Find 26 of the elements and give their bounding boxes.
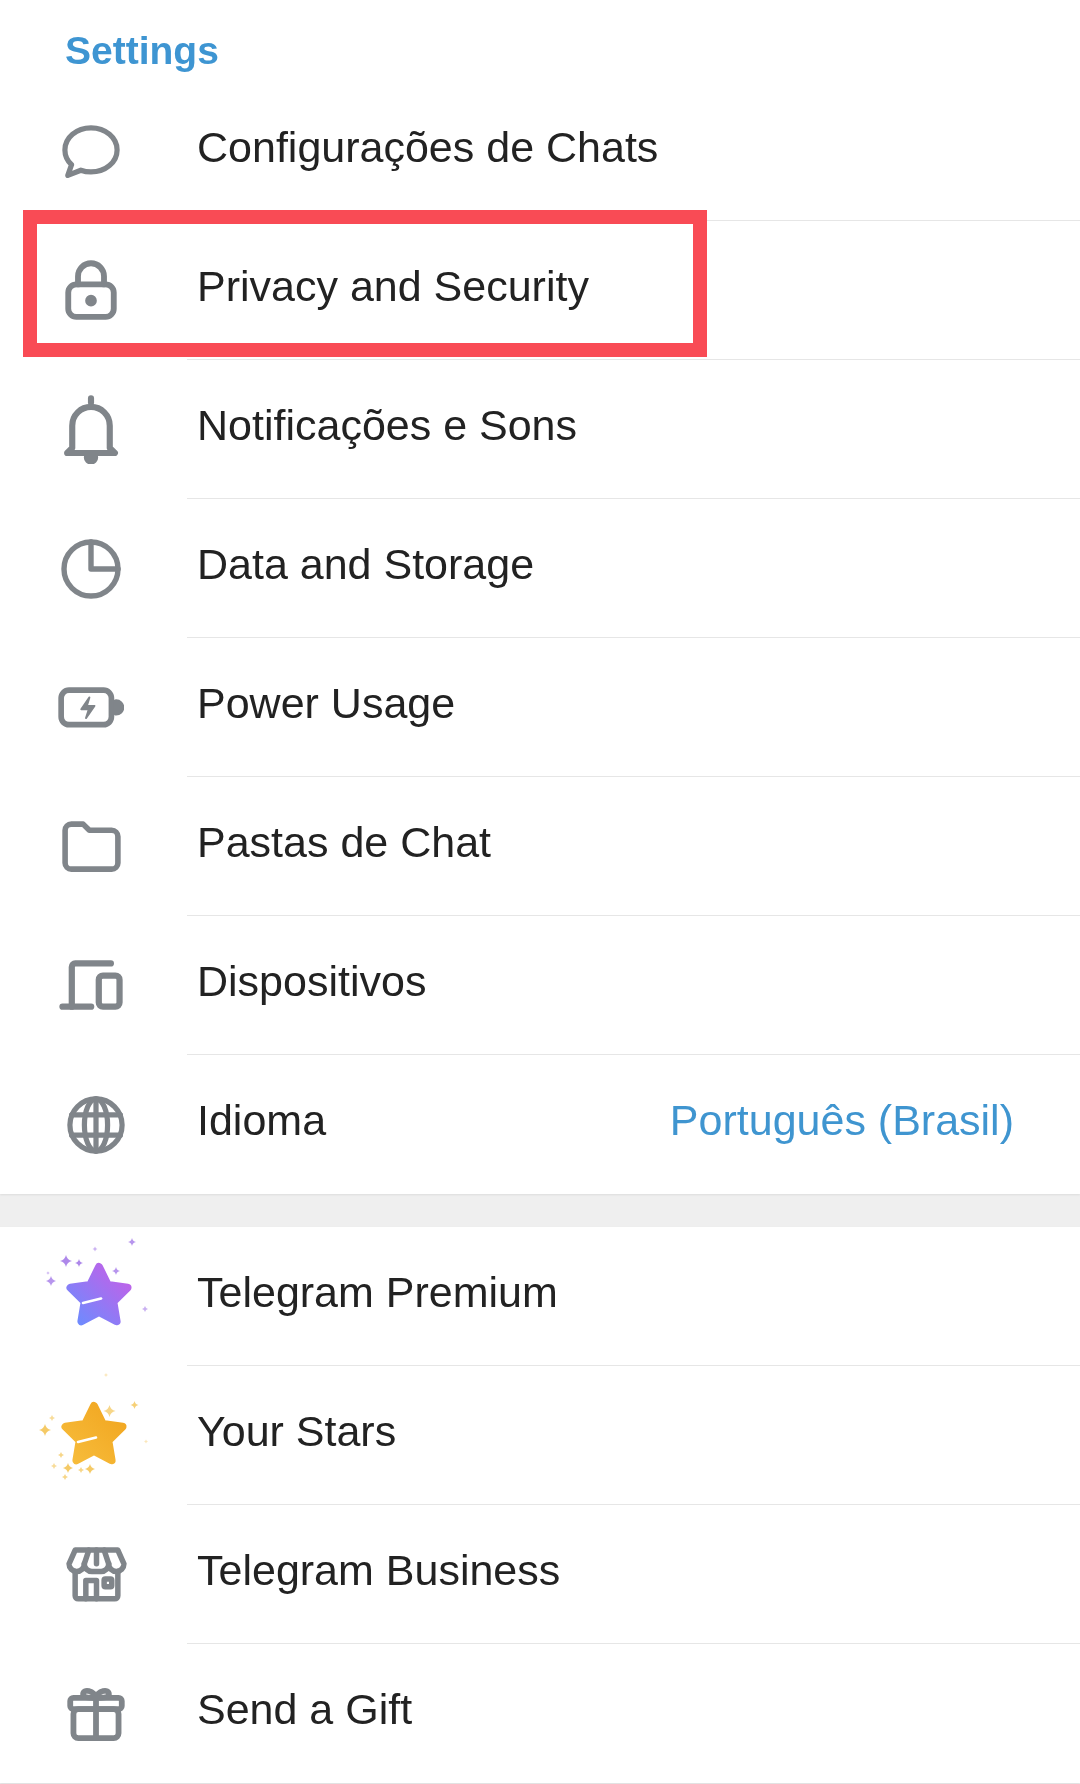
menu-item-label[interactable]: Notificações e Sons (197, 400, 578, 450)
menu-item-label[interactable]: Telegram Business (197, 1545, 561, 1595)
pie-chart-icon (61, 538, 121, 599)
menu-item-label[interactable]: Data and Storage (197, 539, 535, 589)
menu-item-label[interactable]: Dispositivos (197, 956, 427, 1006)
menu-item-label[interactable]: Telegram Premium (197, 1267, 558, 1317)
bell-icon (62, 395, 120, 464)
menu-item-label[interactable]: Your Stars (197, 1406, 397, 1456)
battery-bolt-icon (58, 687, 124, 728)
language-value: Português (Brasil) (669, 1096, 1014, 1145)
menu-item-label[interactable]: Privacy and Security (197, 261, 589, 311)
lock-icon (65, 260, 117, 321)
menu-item-label[interactable]: Power Usage (197, 678, 456, 728)
menu-item-label[interactable]: Pastas de Chat (197, 817, 491, 867)
globe-icon (67, 1095, 125, 1154)
menu-item-label[interactable]: Configurações de Chats (197, 122, 659, 172)
menu-item-label[interactable]: Send a Gift (197, 1685, 413, 1734)
folder-icon (61, 820, 121, 873)
storefront-icon (65, 1547, 127, 1602)
settings-title: Settings (65, 31, 219, 70)
menu-item-label[interactable]: Idioma (197, 1096, 327, 1145)
star-sparkles-icon (44, 1236, 149, 1327)
laptop-phone-icon (59, 960, 123, 1011)
gift-icon (67, 1685, 125, 1742)
star-sparkles-icon (38, 1371, 150, 1482)
chat-bubble-icon (62, 124, 120, 179)
